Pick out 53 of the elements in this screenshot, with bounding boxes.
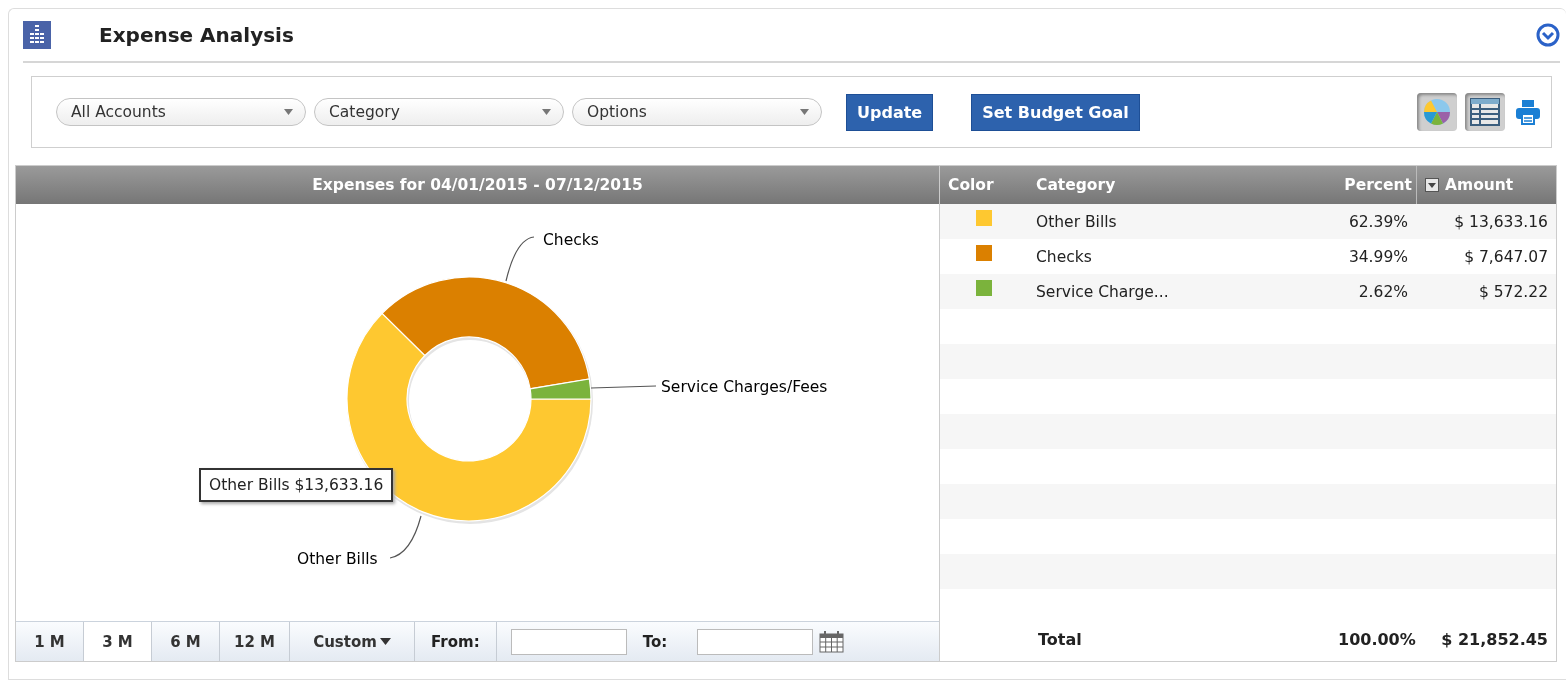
- column-header: Color: [947, 176, 995, 194]
- dropdown[interactable]: All Accounts: [56, 98, 306, 126]
- amount-cell-text: $ 7,647.07: [1463, 247, 1549, 266]
- slice-label: Other Bills: [297, 550, 378, 568]
- slice-label: Checks: [543, 231, 599, 249]
- leader-line: [389, 515, 422, 559]
- chart-title: Expenses for 04/01/2015 - 07/12/2015: [16, 166, 939, 204]
- percent-cell-text: 2.62%: [1357, 282, 1409, 301]
- to-label: To:: [641, 631, 669, 653]
- percent-cell-text: 34.99%: [1347, 247, 1409, 266]
- app-icon: [23, 21, 51, 49]
- dropdown[interactable]: Options: [572, 98, 822, 126]
- category-cell-text: Service Charge...: [1035, 282, 1170, 301]
- period-tab[interactable]: 12 M: [220, 622, 291, 661]
- pie-chart-icon: [1423, 98, 1451, 126]
- dropdown[interactable]: Category: [314, 98, 564, 126]
- calendar-icon[interactable]: [819, 630, 845, 653]
- donut-slice[interactable]: [381, 276, 590, 390]
- category-cell-text: Checks: [1035, 247, 1093, 266]
- slice-label: Service Charges/Fees: [661, 378, 828, 396]
- category-cell-text: Other Bills: [1035, 212, 1118, 231]
- column-header[interactable]: Category: [1028, 176, 1330, 194]
- percent-cell-text: 62.39%: [1347, 212, 1409, 231]
- to-date-field[interactable]: [697, 628, 814, 655]
- tooltip: Other Bills $13,633.16: [199, 468, 394, 502]
- column-header[interactable]: Percent: [1330, 176, 1416, 194]
- amount-cell-text: $ 572.22: [1477, 282, 1549, 301]
- from-date-field[interactable]: [510, 628, 627, 655]
- widget-title: Expense Analysis: [99, 23, 295, 47]
- from-label: From:: [415, 622, 497, 661]
- column-header[interactable]: Amount: [1445, 176, 1514, 194]
- leader-line: [505, 236, 535, 282]
- table-icon: [1470, 98, 1500, 126]
- caret-icon: [284, 109, 293, 115]
- period-tab[interactable]: 6 M: [152, 622, 220, 661]
- collapse-icon[interactable]: [1536, 23, 1560, 47]
- print-icon[interactable]: [1515, 99, 1541, 125]
- caret-icon: [379, 638, 391, 645]
- donut-slice[interactable]: [529, 378, 592, 400]
- caret-icon: [800, 109, 809, 115]
- total-label: Total: [1037, 629, 1083, 649]
- chart-view-button[interactable]: [1417, 93, 1457, 131]
- table-view-button[interactable]: [1465, 93, 1505, 131]
- leader-line: [590, 385, 657, 389]
- custom-dropdown[interactable]: Custom: [290, 622, 416, 661]
- amount-cell-text: $ 13,633.16: [1453, 212, 1549, 231]
- total-amount: $ 21,852.45: [1440, 629, 1549, 649]
- budget-goal-button[interactable]: Set Budget Goal: [971, 93, 1140, 131]
- caret-icon: [542, 109, 551, 115]
- sort-icon[interactable]: [1425, 178, 1439, 192]
- period-tab[interactable]: 3 M: [84, 622, 152, 661]
- update-button[interactable]: Update: [846, 93, 934, 131]
- total-percent: 100.00%: [1337, 629, 1416, 649]
